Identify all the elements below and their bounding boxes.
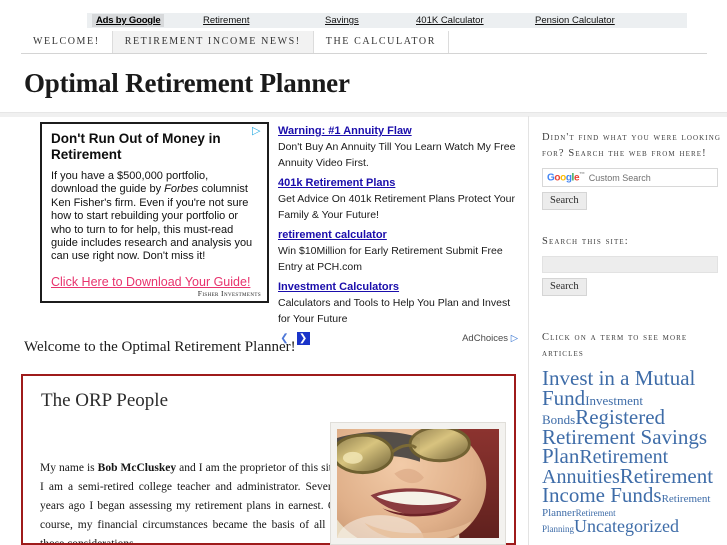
adchoices-text: AdChoices — [462, 333, 509, 344]
text-ad-description: Calculators and Tools to Help You Plan a… — [278, 297, 511, 325]
fisher-ad-body: If you have a $500,000 portfolio, downlo… — [51, 170, 258, 264]
adchoices-label[interactable]: AdChoices ▷ — [462, 333, 518, 344]
fisher-investments-ad[interactable]: ▷ Don't Run Out of Money in Retirement I… — [40, 122, 269, 303]
orp-people-body: My name is Bob McCluskey and I am the pr… — [40, 459, 340, 545]
text-ad-description: Don't Buy An Annuity Till You Learn Watc… — [278, 141, 516, 169]
text-ads-footer: ❮ ❯ AdChoices ▷ — [278, 332, 518, 348]
chevron-right-icon[interactable]: ❯ — [296, 332, 310, 345]
site-search-button[interactable]: Search — [542, 278, 587, 296]
site-search-block: Search this site: Search — [542, 234, 722, 296]
text-ad-description: Get Advice On 401k Retirement Plans Prot… — [278, 193, 515, 221]
text-ad-item[interactable]: retirement calculator Win $10Million for… — [278, 228, 518, 274]
title-divider — [0, 112, 727, 117]
ads-by-google-label[interactable]: Ads by Google — [92, 14, 165, 27]
tagcloud-heading: Click on a term to see more articles — [542, 332, 688, 359]
tagcloud: Invest in a Mutual FundInvestment BondsR… — [542, 368, 726, 536]
text-ad-title[interactable]: Warning: #1 Annuity Flaw — [278, 124, 518, 138]
google-custom-search-input[interactable]: Google™ Custom Search — [542, 168, 718, 187]
tagcloud-block: Click on a term to see more articles Inv… — [542, 330, 722, 535]
text-ad-item[interactable]: Warning: #1 Annuity Flaw Don't Buy An An… — [278, 124, 518, 170]
main-navigation: WELCOME! RETIREMENT INCOME NEWS! THE CAL… — [21, 31, 707, 54]
adchoices-triangle-icon: ▷ — [510, 333, 518, 344]
orp-body-part2: and I am the proprietor of this site. I … — [40, 462, 340, 545]
fisher-ad-headline: Don't Run Out of Money in Retirement — [51, 131, 221, 162]
google-search-placeholder: Custom Search — [588, 172, 651, 183]
top-ad-link-401k-calculator[interactable]: 401K Calculator — [416, 15, 484, 26]
fisher-body-forbes: Forbes — [164, 183, 199, 196]
text-ad-item[interactable]: 401k Retirement Plans Get Advice On 401k… — [278, 176, 518, 222]
fisher-brand-label: Fisher Investments — [198, 289, 261, 298]
text-ad-title[interactable]: retirement calculator — [278, 228, 518, 242]
google-logo-icon: Google™ — [547, 171, 585, 184]
tab-the-calculator[interactable]: THE CALCULATOR — [313, 31, 450, 53]
portrait-illustration — [337, 429, 499, 538]
text-ad-item[interactable]: Investment Calculators Calculators and T… — [278, 280, 518, 326]
tab-retirement-income-news[interactable]: RETIREMENT INCOME NEWS! — [112, 31, 314, 53]
orp-people-title: The ORP People — [41, 390, 169, 411]
site-search-heading: Search this site: — [542, 236, 629, 247]
google-text-ads: Warning: #1 Annuity Flaw Don't Buy An An… — [278, 124, 518, 348]
top-ad-link-pension-calculator[interactable]: Pension Calculator — [535, 15, 615, 26]
text-ad-title[interactable]: 401k Retirement Plans — [278, 176, 518, 190]
welcome-heading: Welcome to the Optimal Retirement Planne… — [24, 339, 296, 355]
top-ad-link-retirement[interactable]: Retirement — [203, 15, 249, 26]
web-search-heading: Didn't find what you were looking for? S… — [542, 132, 722, 159]
site-search-input[interactable] — [542, 256, 718, 273]
top-ad-link-savings[interactable]: Savings — [325, 15, 359, 26]
google-ads-strip: Ads by Google Retirement Savings 401K Ca… — [87, 13, 687, 28]
proprietor-photo-frame — [330, 422, 506, 545]
fisher-ad-cta-link[interactable]: Click Here to Download Your Guide! — [51, 275, 250, 289]
page-title: Optimal Retirement Planner — [24, 68, 350, 98]
web-search-block: Didn't find what you were looking for? S… — [542, 130, 722, 210]
fisher-brand-text: Fisher Investments — [197, 289, 261, 298]
orp-body-part1: My name is — [40, 462, 98, 474]
column-divider — [528, 116, 529, 545]
right-sidebar: Didn't find what you were looking for? S… — [542, 130, 722, 535]
tag-uncategorized[interactable]: Uncategorized — [574, 516, 679, 536]
avatar — [337, 429, 499, 538]
web-search-button[interactable]: Search — [542, 192, 587, 210]
orp-body-proprietor-name: Bob McCluskey — [97, 462, 177, 474]
tab-welcome[interactable]: WELCOME! — [21, 31, 113, 53]
text-ad-title[interactable]: Investment Calculators — [278, 280, 518, 294]
text-ad-description: Win $10Million for Early Retirement Subm… — [278, 245, 503, 273]
